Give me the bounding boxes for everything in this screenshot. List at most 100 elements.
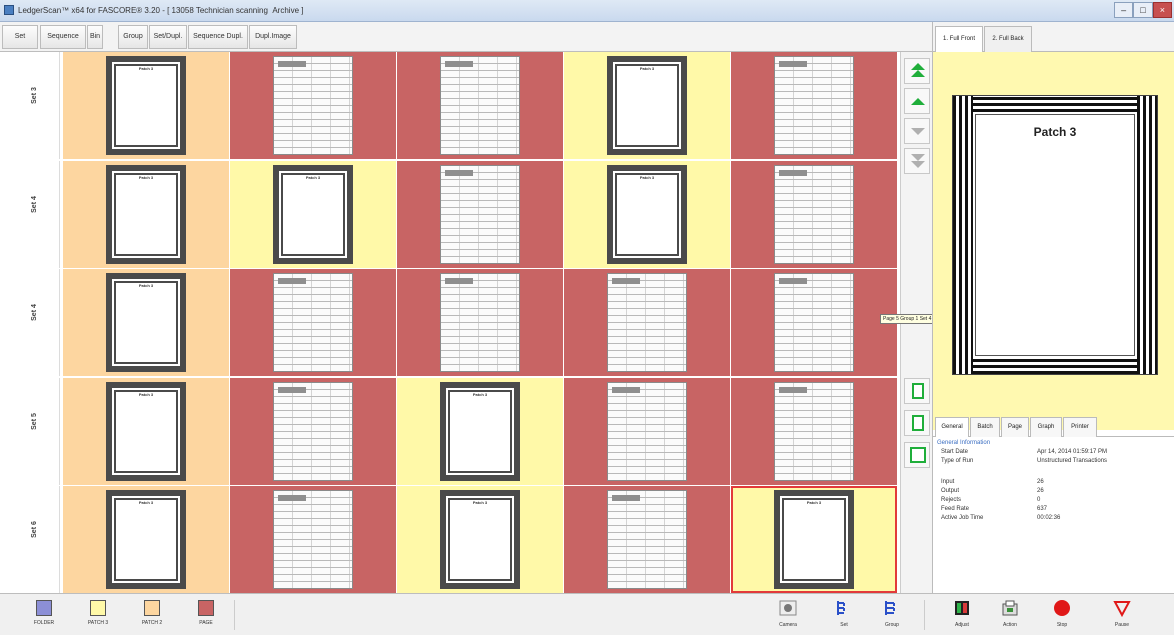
row-label: Set 3 bbox=[0, 52, 60, 159]
title-bar: LedgerScan™ x64 for FASCORE® 3.20 - [ 13… bbox=[0, 0, 1174, 22]
info-key: Active Job Time bbox=[941, 515, 984, 521]
document-cell[interactable] bbox=[230, 269, 396, 376]
action-label: Action bbox=[1003, 622, 1017, 628]
set-button[interactable]: Set bbox=[822, 596, 866, 634]
adjust-button[interactable]: Adjust bbox=[940, 596, 984, 634]
toolbar-sequencedupl-button[interactable]: Sequence Dupl. bbox=[188, 25, 248, 49]
group-button[interactable]: Group bbox=[870, 596, 914, 634]
view-both-button[interactable] bbox=[904, 442, 930, 468]
document-cell[interactable]: Patch 3 bbox=[63, 377, 229, 485]
document-cell[interactable]: Patch 3 bbox=[63, 269, 229, 376]
toolbar-setdupl-button[interactable]: Set/Dupl. bbox=[149, 25, 187, 49]
document-cell[interactable]: Patch 3 bbox=[63, 52, 229, 159]
first-page-button[interactable] bbox=[904, 58, 930, 84]
toolbar-duplimage-button[interactable]: Dupl.Image bbox=[249, 25, 297, 49]
toolbar-group-button[interactable]: Group bbox=[118, 25, 148, 49]
info-value: Apr 14, 2014 01:59:17 PM bbox=[1037, 449, 1108, 455]
last-page-button[interactable] bbox=[904, 148, 930, 174]
pause-button[interactable]: Pause bbox=[1100, 596, 1144, 634]
document-cell[interactable]: Patch 3 bbox=[731, 486, 897, 593]
bottom-toolbar: FOLDER PATCH 3 PATCH 2 PAGE Camera Set Group Ad… bbox=[0, 593, 1174, 635]
general-information: General Information Start Date Apr 14, 20… bbox=[933, 437, 1174, 593]
action-label: Pause bbox=[1114, 622, 1130, 628]
info-row: Type of Run Unstructured Transactions bbox=[941, 458, 1167, 467]
document-cell[interactable] bbox=[230, 52, 396, 159]
grid-row: Set 4 Patch 3 bbox=[0, 269, 900, 376]
info-key: Type of Run bbox=[941, 458, 974, 464]
action-label: Stop bbox=[1056, 622, 1068, 628]
toolbar-bin-button[interactable]: Bin bbox=[87, 25, 103, 49]
document-cell[interactable]: Patch 3 bbox=[564, 52, 730, 159]
tab-printer[interactable]: Printer bbox=[1063, 417, 1097, 437]
maximize-button[interactable]: □ bbox=[1133, 2, 1153, 18]
tab-page[interactable]: Page bbox=[1001, 417, 1029, 437]
patch-sheet-thumbnail: Patch 3 bbox=[106, 273, 186, 372]
action-button[interactable]: Action bbox=[988, 596, 1032, 634]
info-row: Start Date Apr 14, 2014 01:59:17 PM bbox=[941, 449, 1167, 458]
document-cell[interactable] bbox=[564, 269, 730, 376]
document-cell[interactable] bbox=[564, 486, 730, 593]
patch-label: Patch 3 bbox=[639, 174, 655, 180]
document-cell[interactable]: Patch 3 bbox=[230, 160, 396, 268]
form-page-thumbnail bbox=[440, 164, 520, 264]
close-button[interactable]: × bbox=[1152, 2, 1172, 18]
window-title: LedgerScan™ x64 for FASCORE® 3.20 - [ 13… bbox=[18, 6, 304, 15]
document-cell[interactable]: Patch 3 bbox=[397, 486, 563, 593]
toolbar-set-button[interactable]: Set bbox=[2, 25, 38, 49]
tab-batch[interactable]: Batch bbox=[970, 417, 1000, 437]
document-cell[interactable] bbox=[731, 269, 897, 376]
toolbar-sequence-button[interactable]: Sequence bbox=[40, 25, 86, 49]
page-back-icon bbox=[912, 415, 924, 431]
info-row: Active Job Time 00:02:36 bbox=[941, 515, 1167, 524]
info-value: 637 bbox=[1037, 506, 1048, 512]
document-cell[interactable]: Patch 3 bbox=[63, 486, 229, 593]
document-cell[interactable]: Patch 3 bbox=[397, 377, 563, 485]
next-page-button[interactable] bbox=[904, 118, 930, 144]
form-page-thumbnail bbox=[273, 490, 353, 589]
action-label: Adjust bbox=[955, 622, 969, 628]
stop-icon bbox=[1053, 599, 1071, 617]
form-page-thumbnail bbox=[774, 381, 854, 481]
app-icon bbox=[4, 5, 14, 15]
tab-general[interactable]: General bbox=[935, 417, 969, 437]
patch-label: Patch 3 bbox=[806, 500, 822, 505]
document-cell[interactable] bbox=[397, 160, 563, 268]
form-page-thumbnail bbox=[607, 490, 687, 589]
row-label-text: Set 4 bbox=[30, 304, 38, 321]
camera-button[interactable]: Camera bbox=[766, 596, 810, 634]
document-cell[interactable] bbox=[397, 52, 563, 159]
group-tree-icon bbox=[883, 599, 901, 617]
document-cell[interactable] bbox=[731, 377, 897, 485]
view-back-button[interactable] bbox=[904, 410, 930, 436]
double-up-icon bbox=[911, 63, 925, 70]
info-key: Input bbox=[941, 479, 955, 485]
document-cell[interactable] bbox=[230, 377, 396, 485]
form-page-thumbnail bbox=[774, 273, 854, 372]
stop-button[interactable]: Stop bbox=[1040, 596, 1084, 634]
patch-sheet-thumbnail: Patch 3 bbox=[440, 490, 520, 589]
tab-full-back[interactable]: 2. Full Back bbox=[984, 26, 1032, 52]
section-title: General Information bbox=[937, 440, 991, 446]
document-cell[interactable] bbox=[230, 486, 396, 593]
form-page-thumbnail bbox=[774, 164, 854, 264]
form-page-thumbnail bbox=[440, 56, 520, 155]
divider bbox=[234, 600, 235, 630]
document-grid: Set 3 Patch 3 Patch 3 Set 4 Patch 3 Patch 3 Pa… bbox=[0, 52, 900, 593]
preview-background: Patch 3 bbox=[933, 52, 1174, 430]
view-front-button[interactable] bbox=[904, 378, 930, 404]
preview-image[interactable]: Patch 3 bbox=[953, 96, 1157, 374]
document-cell[interactable] bbox=[731, 52, 897, 159]
action-label: Group bbox=[885, 622, 899, 628]
document-cell[interactable] bbox=[564, 377, 730, 485]
patch-sheet-thumbnail: Patch 3 bbox=[106, 56, 186, 155]
document-cell[interactable]: Patch 3 bbox=[564, 160, 730, 268]
tab-graph[interactable]: Graph bbox=[1030, 417, 1062, 437]
row-label: Set 6 bbox=[0, 486, 60, 593]
minimize-button[interactable]: – bbox=[1114, 2, 1134, 18]
document-cell[interactable]: Patch 3 bbox=[63, 160, 229, 268]
tab-full-front[interactable]: 1. Full Front bbox=[935, 26, 983, 52]
previous-page-button[interactable] bbox=[904, 88, 930, 114]
document-cell[interactable] bbox=[397, 269, 563, 376]
info-row: Input 26 bbox=[941, 479, 1167, 488]
document-cell[interactable] bbox=[731, 160, 897, 268]
